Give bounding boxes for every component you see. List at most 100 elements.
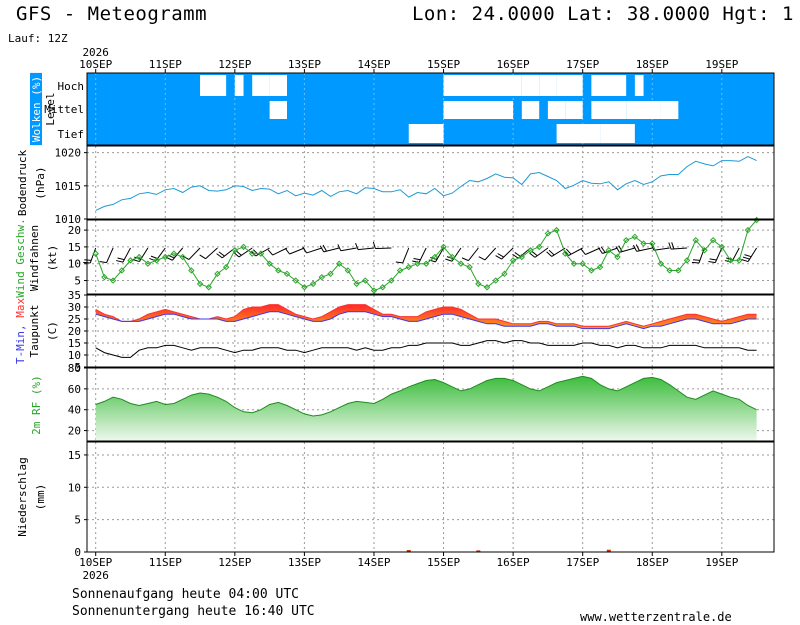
y-tick-label: 0	[74, 546, 81, 559]
wind-barb-flag	[497, 253, 504, 258]
wind-barb-flag	[708, 261, 716, 264]
humidity-area	[95, 376, 757, 441]
wind-barb-flag	[413, 257, 421, 261]
wind-barb	[340, 247, 357, 252]
wind-barb-flag	[116, 260, 124, 263]
wind-barb-flag	[99, 261, 107, 264]
bottom-day-label: 18SEP	[636, 556, 669, 569]
dewpoint-axis-label: Taupunkt	[28, 305, 41, 358]
bottom-day-label: 17SEP	[566, 556, 599, 569]
pressure-axis-label: Bodendruck	[16, 150, 29, 217]
bottom-day-label: 16SEP	[497, 556, 530, 569]
cloud-gap-low	[600, 124, 635, 143]
precipitation-axis-label: Niederschlag	[16, 457, 29, 536]
bottom-day-label: 11SEP	[149, 556, 182, 569]
cloud-gap-low	[417, 124, 444, 143]
wind-barb	[484, 247, 497, 261]
wind-barb-flag	[709, 258, 717, 261]
cloud-gap-mid	[547, 101, 566, 119]
y-tick-label: 1015	[55, 180, 82, 193]
y-tick-label: 35	[68, 289, 81, 302]
y-tick-label: 25	[68, 313, 81, 326]
wind-barb-flag	[744, 254, 752, 258]
y-tick-label: 10	[68, 258, 81, 271]
y-tick-label: 20	[68, 224, 81, 237]
precipitation-unit-label: (mm)	[34, 484, 47, 511]
bottom-year-label: 2026	[82, 569, 109, 582]
wind-barb-flag	[495, 255, 502, 260]
y-tick-label: 10	[68, 349, 81, 362]
wind-barb-flag	[445, 258, 453, 262]
y-tick-label: 1020	[55, 147, 82, 160]
wind-barbs-label: Windfahnen	[28, 225, 41, 291]
cloud-gap-high	[539, 75, 557, 96]
pressure-unit-label: (hPa)	[34, 166, 47, 199]
wind-barb-flag	[742, 256, 750, 260]
cloud-level-mittel: Mittel	[44, 103, 84, 116]
cloud-gap-high	[234, 75, 244, 96]
wind-barb-flag	[741, 259, 749, 263]
cloud-gap-high	[556, 75, 574, 96]
cloud-gap-high	[634, 75, 644, 96]
top-day-label: 16SEP	[497, 58, 530, 71]
wind-barb-flag	[671, 242, 675, 250]
cloud-gap-mid	[521, 101, 540, 119]
wind-barb-flag	[580, 248, 586, 255]
meteogram-chart: 10SEP 10SEP 11SEP 11SEP 12SEP 12SEP 13SEP 13SEP…	[14, 46, 775, 582]
bottom-day-label: 14SEP	[357, 556, 390, 569]
cloud-gap-high	[252, 75, 270, 96]
y-tick-label: 60	[68, 383, 81, 396]
y-tick-label: 5	[74, 514, 81, 527]
cloud-gap-mid	[443, 101, 514, 119]
top-day-label: 14SEP	[357, 58, 390, 71]
panel-frame-temperature	[86, 294, 775, 368]
wind-barb-flag	[395, 261, 403, 264]
bottom-day-label: 13SEP	[288, 556, 321, 569]
wind-barb-flag	[461, 257, 469, 262]
cloud-gap-high	[269, 75, 288, 96]
website-link[interactable]: www.wetterzentrale.de	[580, 610, 732, 624]
wind-barb-flag	[84, 259, 92, 261]
y-tick-label: 10	[68, 481, 81, 494]
pressure-line	[95, 156, 757, 211]
wind-barb-flag	[132, 259, 140, 263]
wind-speed-label: Wind Geschw.	[14, 218, 27, 297]
top-year-label: 2026	[82, 46, 109, 59]
bottom-day-label: 12SEP	[218, 556, 251, 569]
wind-barb-flag	[692, 259, 700, 261]
cloud-gap-high	[573, 75, 583, 96]
panel-frame-precipitation	[86, 441, 775, 553]
cloud-gap-high	[200, 75, 227, 96]
wind-barb	[272, 247, 288, 256]
wind-barb	[306, 247, 322, 254]
wind-barb-flag	[302, 246, 307, 254]
bottom-day-label: 10SEP	[79, 556, 112, 569]
cloud-gap-high	[521, 75, 540, 96]
top-day-label: 13SEP	[288, 58, 321, 71]
wind-barb-flag	[478, 256, 486, 261]
cloud-gap-high	[443, 75, 522, 96]
cloud-gap-low	[556, 124, 601, 143]
panel-frame-wind	[86, 219, 775, 295]
temperature-axis-label: T-Min, Max	[14, 298, 27, 365]
wind-unit-label: (kt)	[46, 245, 59, 272]
top-day-label: 11SEP	[149, 58, 182, 71]
top-day-label: 18SEP	[636, 58, 669, 71]
y-tick-label: 20	[68, 325, 81, 338]
cloud-level-tief: Tief	[58, 128, 85, 141]
temperature-unit-label: (C)	[46, 321, 59, 341]
top-day-label: 15SEP	[427, 58, 460, 71]
sunrise-text: Sonnenaufgang heute 04:00 UTC	[72, 587, 299, 602]
wind-barb-flag	[267, 249, 274, 256]
wind-barb	[289, 247, 305, 255]
top-day-label: 19SEP	[705, 58, 738, 71]
y-tick-label: 5	[74, 275, 81, 288]
cloud-gap-mid	[660, 101, 679, 119]
wind-barb-flag	[117, 257, 125, 261]
top-day-label: 12SEP	[218, 58, 251, 71]
meteogram-root: GFS - Meteogramm Lon: 24.0000 Lat: 38.00…	[0, 0, 800, 625]
sunset-text: Sonnenuntergang heute 16:40 UTC	[72, 604, 315, 619]
wind-barb	[653, 247, 670, 251]
cloud-gap-mid	[269, 101, 288, 119]
wind-barb	[106, 247, 114, 263]
